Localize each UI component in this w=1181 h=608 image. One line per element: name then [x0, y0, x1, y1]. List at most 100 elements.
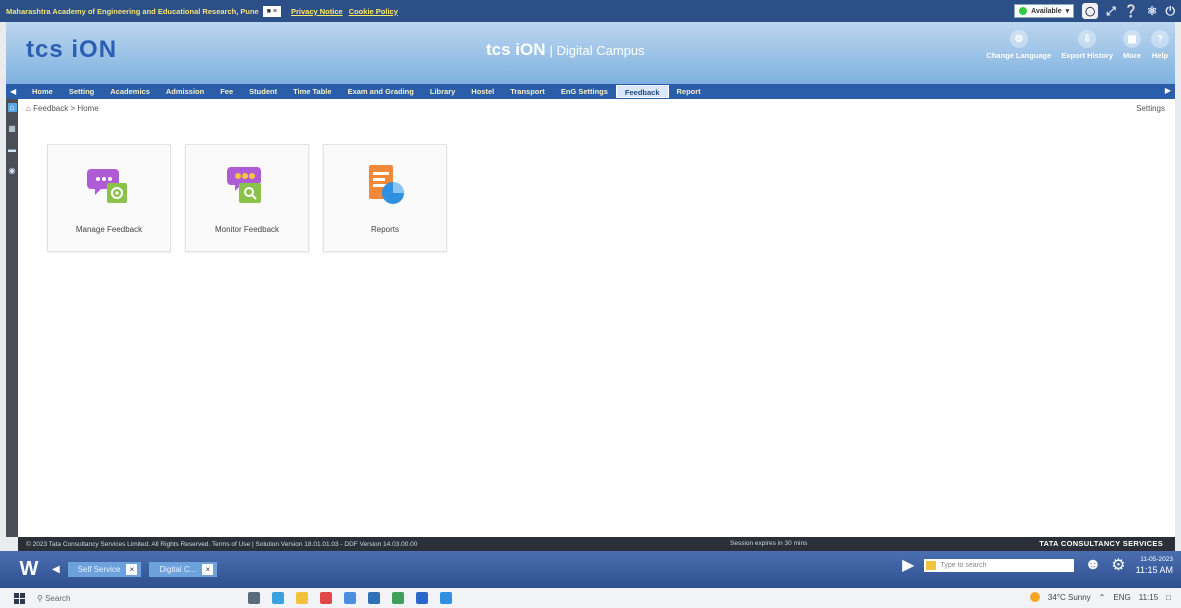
help-label: Help [1151, 51, 1169, 60]
tab-label: Digital C... [159, 565, 197, 574]
store-icon[interactable] [368, 592, 380, 604]
export-history-button[interactable]: ⇩ Export History [1061, 30, 1113, 60]
weather-text[interactable]: 34°C Sunny [1048, 593, 1091, 602]
screen: Maharashtra Academy of Engineering and E… [0, 0, 1181, 608]
close-icon[interactable]: × [202, 564, 214, 575]
nav-transport[interactable]: Transport [502, 85, 553, 98]
app-taskbar-right: ▶ Type to search ☻ ⚙ 11-05-2023 11:15 AM [902, 555, 1173, 575]
top-info-bar: Maharashtra Academy of Engineering and E… [0, 0, 1181, 22]
app-taskbar: W ◀ Self Service × Digital C... × ▶ Type… [0, 551, 1181, 588]
copyright-text: © 2023 Tata Consultancy Services Limited… [26, 540, 418, 548]
windows-taskbar: ⚲ Search 34°C Sunny ⌃ ENG 11:15 □ [0, 588, 1181, 608]
export-history-label: Export History [1061, 51, 1113, 60]
taskbar-tab-self-service[interactable]: Self Service × [67, 562, 142, 577]
system-tray: 34°C Sunny ⌃ ENG 11:15 □ [1029, 592, 1171, 602]
user-icon[interactable]: ■ ≡ [262, 5, 281, 17]
chrome-icon[interactable] [344, 592, 356, 604]
change-language-button[interactable]: ⚙ Change Language [986, 30, 1051, 60]
grid-icon: ▦ [1123, 30, 1141, 48]
file-explorer-icon[interactable] [296, 592, 308, 604]
nav-scroll-left-icon[interactable]: ◀ [10, 87, 24, 96]
app-clock-time: 11:15 AM [1135, 565, 1173, 575]
nav-exam-grading[interactable]: Exam and Grading [340, 85, 422, 98]
language-indicator[interactable]: ENG [1113, 593, 1130, 602]
windows-search-field[interactable]: ⚲ Search [37, 594, 70, 603]
portal-title: tcs iON | Digital Campus [486, 40, 645, 60]
taskbar-tab-digital-campus[interactable]: Digital C... × [149, 562, 218, 577]
breadcrumb-home-icon[interactable]: ⌂ [26, 104, 31, 113]
edge-icon[interactable] [272, 592, 284, 604]
session-timer: Session expires in 30 mins [730, 540, 808, 547]
tile-monitor-feedback[interactable]: Monitor Feedback [185, 144, 309, 252]
tile-grid: Manage Feedback Monitor Feedback Reports [47, 144, 447, 252]
home-icon[interactable]: ⌂ [7, 103, 17, 112]
tile-label: Manage Feedback [75, 225, 143, 234]
tab-label: Self Service [77, 565, 121, 574]
nav-scroll-right-icon[interactable]: ▶ [1165, 86, 1171, 95]
nav-report[interactable]: Report [669, 85, 709, 98]
nav-eng-settings[interactable]: EnG Settings [553, 85, 616, 98]
taskbar-search-input[interactable]: Type to search [924, 558, 1075, 572]
expand-icon[interactable]: ⤢ [1106, 4, 1116, 19]
availability-dropdown[interactable]: Available ▾ [1014, 4, 1075, 18]
tile-reports[interactable]: Reports [323, 144, 447, 252]
availability-value: Available [1031, 7, 1062, 15]
institute-name: Maharashtra Academy of Engineering and E… [6, 6, 259, 16]
message-icon[interactable]: ▬ [8, 145, 17, 154]
users-icon[interactable]: ☻ [1084, 556, 1101, 574]
nav-student[interactable]: Student [241, 85, 285, 98]
document-icon[interactable]: ▦ [8, 124, 17, 133]
nav-fee[interactable]: Fee [212, 85, 241, 98]
power-icon[interactable]: ⏻ [1166, 4, 1176, 19]
close-icon[interactable]: × [126, 564, 138, 575]
more-menu-button[interactable]: ▦ More [1123, 30, 1141, 60]
task-view-icon[interactable] [248, 592, 260, 604]
cookie-policy-link[interactable]: Cookie Policy [349, 7, 398, 16]
reports-icon [363, 163, 407, 212]
back-arrow-icon[interactable]: ◀ [52, 564, 60, 575]
tile-manage-feedback[interactable]: Manage Feedback [47, 144, 171, 252]
nav-library[interactable]: Library [422, 85, 463, 98]
nav-time-table[interactable]: Time Table [285, 85, 340, 98]
brand-suffix: | Digital Campus [549, 43, 645, 58]
help-circle-icon[interactable]: ❔ [1124, 4, 1139, 18]
notifications-icon[interactable]: ⚛ [1147, 4, 1158, 18]
tile-label: Monitor Feedback [214, 225, 280, 234]
tile-label: Reports [370, 225, 399, 234]
top-right-controls: Available ▾ ◯ ⤢ ❔ ⚛ ⏻ [1014, 3, 1175, 19]
system-clock[interactable]: 11:15 [1139, 593, 1158, 602]
chat-icon[interactable]: ◉ [8, 166, 17, 175]
tcs-ion-logo[interactable]: tcs iON [26, 36, 117, 64]
help-button[interactable]: ? Help [1151, 30, 1169, 60]
nav-hostel[interactable]: Hostel [463, 85, 502, 98]
gear-icon[interactable]: ⚙ [1111, 555, 1125, 575]
nav-setting[interactable]: Setting [61, 85, 102, 98]
app-launcher-icon[interactable]: W [14, 555, 44, 585]
notification-center-icon[interactable]: □ [1166, 593, 1171, 602]
download-icon: ⇩ [1078, 30, 1097, 48]
main-nav: ◀ Home Setting Academics Admission Fee S… [6, 84, 1175, 99]
breadcrumb-text[interactable]: Feedback > Home [33, 104, 99, 113]
language-icon: ⚙ [1009, 30, 1028, 48]
camera-icon[interactable]: ◯ [1082, 3, 1099, 19]
settings-link[interactable]: Settings [1136, 104, 1165, 113]
browser-icon[interactable] [440, 592, 452, 604]
left-rail: ⌂ ▦ ▬ ◉ [6, 99, 18, 537]
tray-chevron-up-icon[interactable]: ⌃ [1099, 593, 1106, 602]
windows-start-icon[interactable] [14, 592, 25, 604]
pinned-apps [248, 592, 452, 604]
chevron-right-icon[interactable]: ▶ [902, 555, 914, 575]
app-red-icon[interactable] [320, 592, 332, 604]
windows-search-label: Search [45, 593, 71, 603]
privacy-notice-link[interactable]: Privacy Notice [291, 7, 343, 16]
breadcrumb: ⌂ Feedback > Home [26, 104, 99, 113]
nav-academics[interactable]: Academics [102, 85, 158, 98]
word-icon[interactable] [416, 592, 428, 604]
excel-icon[interactable] [392, 592, 404, 604]
nav-home[interactable]: Home [24, 85, 61, 98]
app-clock-date: 11-05-2023 [1140, 556, 1173, 563]
nav-admission[interactable]: Admission [158, 85, 212, 98]
monitor-feedback-icon [225, 163, 269, 212]
nav-feedback[interactable]: Feedback [615, 85, 669, 98]
weather-sun-icon [1029, 592, 1040, 602]
